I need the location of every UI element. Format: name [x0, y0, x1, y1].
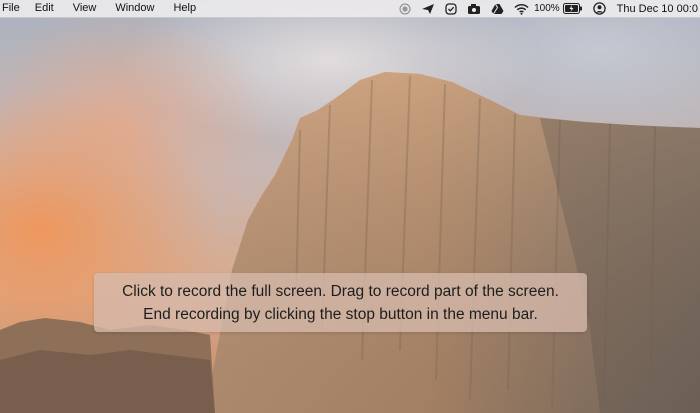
menu-edit[interactable]: Edit [32, 0, 62, 17]
desktop-wallpaper[interactable] [0, 0, 700, 413]
menu-help[interactable]: Help [170, 0, 204, 17]
battery-percent[interactable]: 100% [534, 3, 560, 14]
user-icon[interactable] [592, 0, 606, 17]
menu-bar: File Edit View Window Help 100% Thu Dec … [0, 0, 700, 18]
menu-view[interactable]: View [70, 0, 105, 17]
check-circle-icon[interactable] [445, 0, 457, 17]
recording-instructions-overlay: Click to record the full screen. Drag to… [94, 273, 587, 332]
app-menus: File Edit View Window Help [0, 0, 212, 17]
status-area: 100% Thu Dec 10 00:0 [394, 0, 700, 17]
paper-plane-icon[interactable] [421, 0, 435, 17]
camera-icon[interactable] [467, 0, 481, 17]
instruction-line-2: End recording by clicking the stop butto… [143, 305, 538, 323]
menu-window[interactable]: Window [112, 0, 162, 17]
instruction-line-1: Click to record the full screen. Drag to… [122, 282, 559, 300]
wifi-icon[interactable] [514, 0, 529, 17]
battery-icon[interactable] [562, 0, 583, 17]
menu-clock[interactable]: Thu Dec 10 00:0 [617, 3, 698, 15]
drive-icon[interactable] [491, 0, 504, 17]
record-stop-icon[interactable] [399, 0, 411, 17]
wallpaper-mountain [0, 72, 700, 413]
menu-file[interactable]: File [0, 0, 28, 17]
